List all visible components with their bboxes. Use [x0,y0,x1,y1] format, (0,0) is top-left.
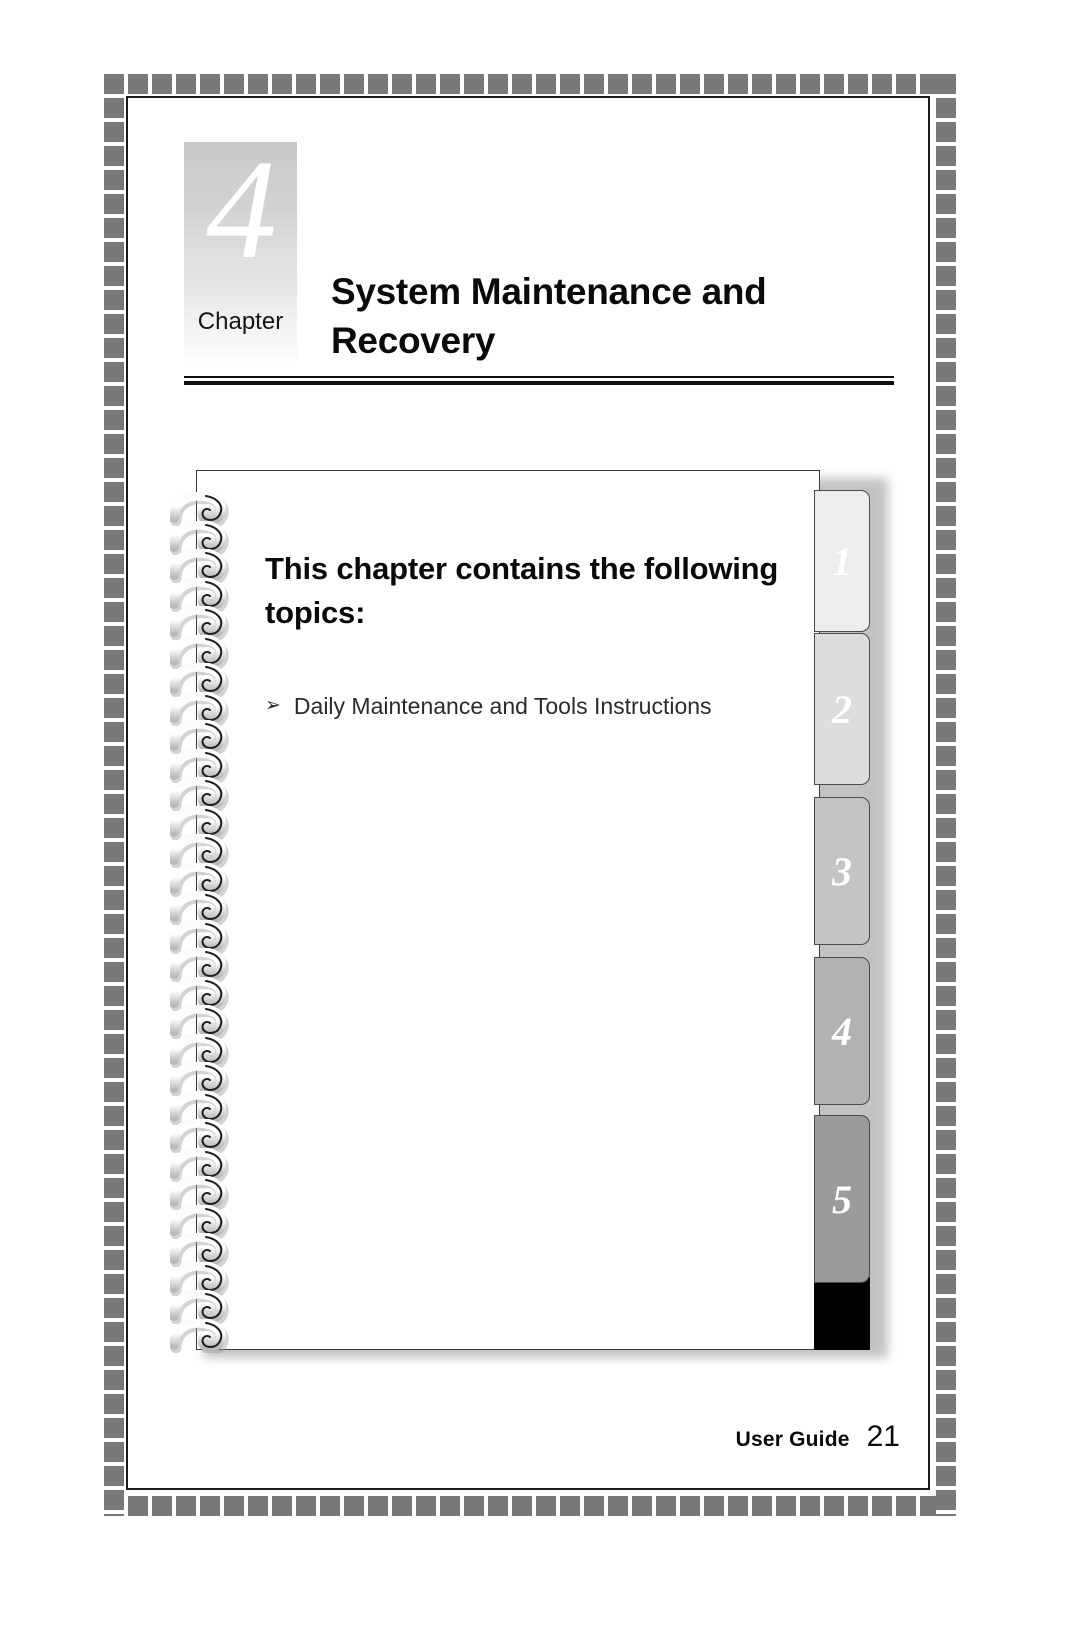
title-divider-line-thick [184,381,894,385]
chapter-label: Chapter [197,308,284,335]
section-tab-number: 1 [832,538,852,584]
topic-label: Daily Maintenance and Tools Instructions [293,693,712,719]
tab-stack-shadow [814,1277,870,1350]
page-footer: User Guide 21 [600,1420,900,1454]
footer-guide-label: User Guide [735,1428,850,1451]
frame-dash-right [936,74,956,1516]
chapter-header: 4 Chapter System Maintenance and Recover… [184,138,896,392]
section-tab-number: 4 [832,1008,852,1054]
topic-list-item: ➢ Daily Maintenance and Tools Instruction… [265,689,795,724]
arrow-bullet-icon: ➢ [265,695,281,716]
section-tab-strip: 1 2 3 4 5 [814,470,880,1350]
frame-dash-bottom [104,1496,956,1516]
chapter-badge: 4 Chapter [184,138,297,362]
frame-dash-left [104,74,124,1516]
section-tab-4[interactable]: 4 [814,957,870,1105]
section-tab-1[interactable]: 1 [814,490,870,632]
chapter-contents-heading: This chapter contains the following topi… [265,551,779,631]
section-tab-number: 3 [832,848,852,894]
spiral-ring [170,1318,232,1353]
section-tab-5[interactable]: 5 [814,1115,870,1283]
notebook-sheet: This chapter contains the following topi… [196,470,820,1350]
chapter-number: 4 [206,130,277,288]
page-title: System Maintenance and Recovery [331,271,767,362]
title-divider [184,376,894,386]
section-tab-3[interactable]: 3 [814,797,870,945]
notebook-card: This chapter contains the following topi… [170,470,888,1358]
section-tab-2[interactable]: 2 [814,633,870,785]
frame-dash-top [104,74,956,94]
spiral-binding [170,492,248,1353]
topic-list: ➢ Daily Maintenance and Tools Instruction… [265,689,795,734]
footer-page-number: 21 [866,1420,900,1453]
section-tab-number: 5 [832,1176,852,1222]
title-divider-line-thin [184,376,894,378]
section-tab-number: 2 [832,686,852,732]
